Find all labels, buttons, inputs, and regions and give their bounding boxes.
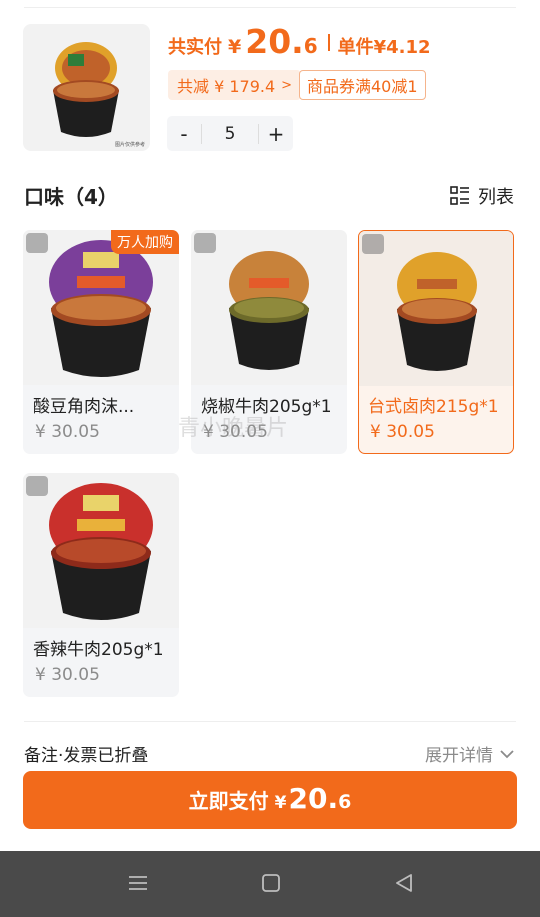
lid-banner <box>77 519 125 531</box>
unit-price: ¥4.12 <box>373 37 431 58</box>
unit-label: 单件 <box>337 37 374 58</box>
total-amount-dec: 6 <box>303 34 318 58</box>
expand-icon[interactable] <box>26 476 48 496</box>
pay-amount-dec: 6 <box>338 791 352 813</box>
lid-banner <box>249 278 289 288</box>
decrement-button[interactable]: - <box>167 122 201 146</box>
menu-icon[interactable] <box>127 872 149 894</box>
flavor-price: ¥ 30.05 <box>35 665 100 685</box>
chevron-right-icon: > <box>281 77 293 93</box>
lid-banner <box>417 279 457 289</box>
section-divider <box>24 721 516 722</box>
flavor-image <box>23 473 179 628</box>
rice-bowl-image <box>49 483 153 620</box>
coupon-text: 商品券满40减1 <box>307 77 418 96</box>
top-divider <box>24 7 516 8</box>
expand-icon[interactable] <box>194 233 216 253</box>
pay-amount-int: 20. <box>288 782 339 815</box>
flavor-image <box>191 230 347 385</box>
chevron-down-icon <box>500 749 514 758</box>
quantity-value[interactable]: 5 <box>201 123 259 144</box>
flavor-price: ¥ 30.05 <box>35 422 100 442</box>
total-label: 共实付 <box>168 37 222 58</box>
quantity-stepper: - 5 + <box>167 116 293 151</box>
flavor-name: 香辣牛肉205g*1 <box>33 640 164 660</box>
system-navigation-bar <box>0 851 540 917</box>
total-price: 共实付 ¥ 20. 6 单件 ¥4.12 <box>168 22 431 62</box>
flavor-name: 酸豆角肉沫... <box>33 397 135 417</box>
discount-text: 共减 ¥ 179.4 <box>177 77 276 96</box>
expand-icon[interactable] <box>362 234 384 254</box>
image-note: 图片仅供参考 <box>115 141 145 148</box>
flavor-name: 台式卤肉215g*1 <box>368 397 499 417</box>
flavor-image <box>359 231 513 386</box>
expand-icon[interactable] <box>26 233 48 253</box>
flavor-option-card-selected[interactable]: 台式卤肉215g*1 ¥ 30.05 <box>358 230 514 454</box>
discount-tag[interactable]: 共减 ¥ 179.4 > <box>168 70 302 100</box>
total-amount-int: 20. <box>245 22 304 61</box>
list-icon <box>450 186 469 205</box>
expand-details-label: 展开详情 <box>425 746 493 766</box>
remark-invoice-label: 备注·发票已折叠 <box>24 746 149 766</box>
lid-banner <box>77 276 125 288</box>
rice-bowl-image <box>397 252 477 371</box>
rice-bowl-image <box>229 251 309 370</box>
hot-badge: 万人加购 <box>111 230 179 254</box>
home-square-icon[interactable] <box>261 872 281 894</box>
back-triangle-icon[interactable] <box>394 872 414 894</box>
flavor-option-card[interactable]: 万人加购 酸豆角肉沫... ¥ 30.05 <box>23 230 179 454</box>
lid-logo-block <box>83 252 119 268</box>
product-thumbnail[interactable]: 图片仅供参考 <box>23 24 150 151</box>
pay-now-button[interactable]: 立即支付 ¥ 20. 6 <box>23 771 517 829</box>
watermark: 青小晚暑片 <box>178 416 289 441</box>
pay-currency: ¥ <box>274 793 287 813</box>
expand-details-link[interactable]: 展开详情 <box>425 741 514 766</box>
price-separator <box>327 33 330 51</box>
pay-label: 立即支付 <box>188 789 269 813</box>
list-view-toggle[interactable]: 列表 <box>450 183 514 209</box>
coupon-tag[interactable]: 商品券满40减1 <box>299 70 426 100</box>
flavor-title: 口味（4） <box>24 185 118 209</box>
list-view-label: 列表 <box>478 187 514 208</box>
flavor-option-card[interactable]: 香辣牛肉205g*1 ¥ 30.05 <box>23 473 179 697</box>
rice-bowl-image: 图片仅供参考 <box>53 42 145 148</box>
flavor-price: ¥ 30.05 <box>370 422 435 442</box>
increment-button[interactable]: + <box>259 122 293 146</box>
total-currency: ¥ <box>228 36 242 58</box>
lid-logo-block <box>83 495 119 511</box>
